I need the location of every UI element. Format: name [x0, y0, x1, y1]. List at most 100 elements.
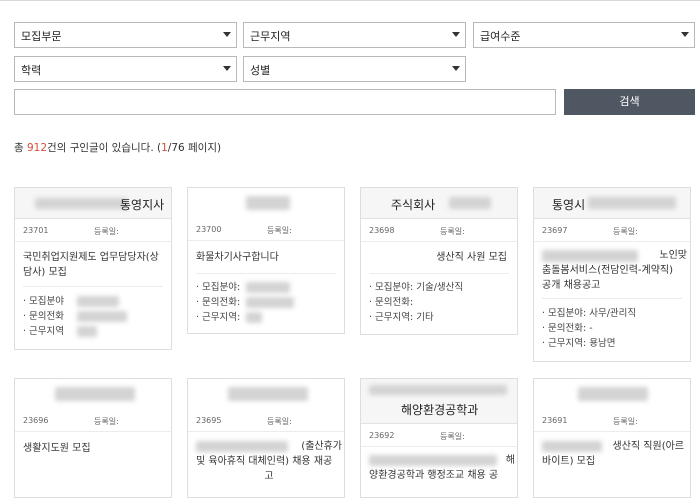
company-name: 주식회사: [391, 198, 436, 212]
chevron-down-icon: [681, 32, 689, 37]
summary-prefix: 총: [14, 142, 27, 154]
job-title-line: 춤돌봄서비스(전담인력-계약직): [542, 265, 674, 276]
card-header: [188, 379, 344, 409]
job-title[interactable]: 노인맞 춤돌봄서비스(전담인력-계약직) 공개 채용공고: [542, 248, 687, 293]
register-date-label: 등록일:: [613, 227, 638, 236]
register-date-label: 등록일:: [94, 417, 119, 426]
job-title[interactable]: 생산직 사원 모집: [436, 250, 507, 265]
card-header: 통영지사: [15, 188, 171, 219]
chevron-down-icon: [452, 66, 460, 71]
search-button[interactable]: 검색: [564, 89, 695, 115]
work-area-select[interactable]: 근무지역: [243, 22, 466, 48]
info-phone: · 문의전화:: [196, 297, 241, 308]
post-number: 23696: [23, 416, 49, 425]
post-number: 23691: [542, 416, 568, 425]
card-meta: 23696 등록일:: [15, 409, 171, 432]
result-count: 912: [27, 142, 48, 154]
job-card[interactable]: 23696 등록일: 생활지도원 모집: [14, 378, 172, 498]
salary-value: 급여수준: [480, 30, 521, 43]
info-category: · 모집분야: [23, 296, 64, 307]
chevron-down-icon: [223, 32, 231, 37]
register-date-label: 등록일:: [440, 432, 465, 441]
top-divider: [0, 0, 700, 1]
job-title-line: 바이트) 모집: [542, 456, 596, 467]
chevron-down-icon: [223, 66, 231, 71]
card-meta: 23692 등록일:: [361, 424, 517, 447]
summary-suffix: /76 페이지): [167, 142, 222, 154]
divider: [23, 286, 163, 287]
job-title-line: 생산직 사원 모집: [436, 252, 507, 263]
job-title-line: 노인맞: [659, 250, 687, 261]
card-header: 통영시: [534, 188, 690, 219]
job-title[interactable]: 해 양환경공학과 행정조교 채용 공: [369, 453, 515, 483]
job-title[interactable]: (출산휴가 및 육아휴직 대체인력) 채용 재공 고: [196, 439, 342, 484]
job-title-line: 국민취업지원제도 업무담당자(상: [23, 252, 159, 263]
card-header: [188, 188, 344, 218]
job-card[interactable]: 23695 등록일: (출산휴가 및 육아휴직 대체인력) 채용 재공 고: [187, 378, 345, 498]
card-header: 해양환경공학과: [361, 379, 517, 424]
education-select[interactable]: 학력: [14, 56, 237, 82]
card-meta: 23700 등록일:: [188, 218, 344, 241]
job-title-line: 해: [505, 455, 515, 466]
info-category: · 모집분야:: [196, 282, 241, 293]
job-card[interactable]: 해양환경공학과 23692 등록일: 해 양환경공학과 행정조교 채용 공: [360, 378, 518, 498]
post-number: 23692: [369, 431, 395, 440]
gender-value: 성별: [250, 64, 271, 77]
info-area: · 근무지역:: [196, 312, 241, 323]
result-summary: 총 912건의 구인글이 있습니다. (1/76 페이지): [14, 140, 221, 155]
gender-select[interactable]: 성별: [243, 56, 466, 82]
card-meta: 23701 등록일:: [15, 219, 171, 242]
job-card[interactable]: 통영지사 23701 등록일: 국민취업지원제도 업무담당자(상 담사) 모집 …: [14, 187, 172, 350]
job-info-list: · 모집분야: 사무/관리직 · 문의전화: - · 근무지역: 용남면: [542, 306, 636, 351]
post-number: 23698: [369, 226, 395, 235]
search-input[interactable]: [14, 89, 556, 115]
salary-select[interactable]: 급여수준: [473, 22, 695, 48]
job-info-list: · 모집분야: · 문의전화: · 근무지역:: [196, 280, 240, 325]
job-title-line: 담사) 모집: [23, 267, 67, 278]
card-meta: 23698 등록일:: [361, 219, 517, 242]
job-title-line: 생활지도원 모집: [23, 443, 91, 454]
post-number: 23695: [196, 416, 222, 425]
summary-middle: 건의 구인글이 있습니다. (: [47, 142, 162, 154]
job-title-line: 화물차기사구합니다: [196, 252, 279, 263]
job-info-list: · 모집분야 · 문의전화 · 근무지역: [23, 294, 64, 339]
info-category: · 모집분야: 사무/관리직: [542, 308, 637, 319]
job-title-line: 양환경공학과 행정조교 채용 공: [369, 470, 499, 481]
post-number: 23701: [23, 226, 49, 235]
job-card[interactable]: 주식회사 23698 등록일: 생산직 사원 모집 · 모집분야: 기술/생산직…: [360, 187, 518, 335]
job-title-line: 고: [264, 471, 274, 482]
register-date-label: 등록일:: [440, 227, 465, 236]
info-area: · 근무지역: [23, 326, 64, 337]
card-meta: 23695 등록일:: [188, 409, 344, 432]
card-header: 주식회사: [361, 188, 517, 219]
info-category: · 모집분야: 기술/생산직: [369, 282, 464, 293]
company-name: 해양환경공학과: [401, 403, 479, 417]
register-date-label: 등록일:: [94, 227, 119, 236]
job-category-select[interactable]: 모집부문: [14, 22, 237, 48]
job-info-list: · 모집분야: 기술/생산직 · 문의전화: · 근무지역: 기타: [369, 280, 463, 325]
info-phone: · 문의전화: -: [542, 323, 593, 334]
job-title-line: 공개 채용공고: [542, 280, 601, 291]
post-number: 23697: [542, 226, 568, 235]
job-title-line: 및 육아휴직 대체인력) 채용 재공: [196, 456, 333, 467]
chevron-down-icon: [452, 32, 460, 37]
job-title-line: 생산직 직원(아르: [612, 441, 684, 452]
card-header: [534, 379, 690, 409]
education-value: 학력: [21, 64, 42, 77]
job-title[interactable]: 국민취업지원제도 업무담당자(상 담사) 모집: [23, 250, 159, 280]
divider: [542, 298, 682, 299]
job-title-line: (출산휴가: [301, 441, 342, 452]
work-area-value: 근무지역: [250, 30, 291, 43]
job-title[interactable]: 화물차기사구합니다: [196, 250, 279, 265]
current-page: 1: [161, 142, 168, 154]
job-title[interactable]: 생활지도원 모집: [23, 441, 91, 456]
job-card[interactable]: 23691 등록일: 생산직 직원(아르 바이트) 모집: [533, 378, 691, 498]
job-title[interactable]: 생산직 직원(아르 바이트) 모집: [542, 439, 684, 469]
company-name: 통영시: [552, 198, 586, 212]
card-meta: 23691 등록일:: [534, 409, 690, 432]
job-card[interactable]: 23700 등록일: 화물차기사구합니다 · 모집분야: · 문의전화: · 근…: [187, 187, 345, 334]
post-number: 23700: [196, 225, 222, 234]
job-card[interactable]: 통영시 23697 등록일: 노인맞 춤돌봄서비스(전담인력-계약직) 공개 채…: [533, 187, 691, 362]
info-phone: · 문의전화:: [369, 297, 414, 308]
register-date-label: 등록일:: [267, 417, 292, 426]
